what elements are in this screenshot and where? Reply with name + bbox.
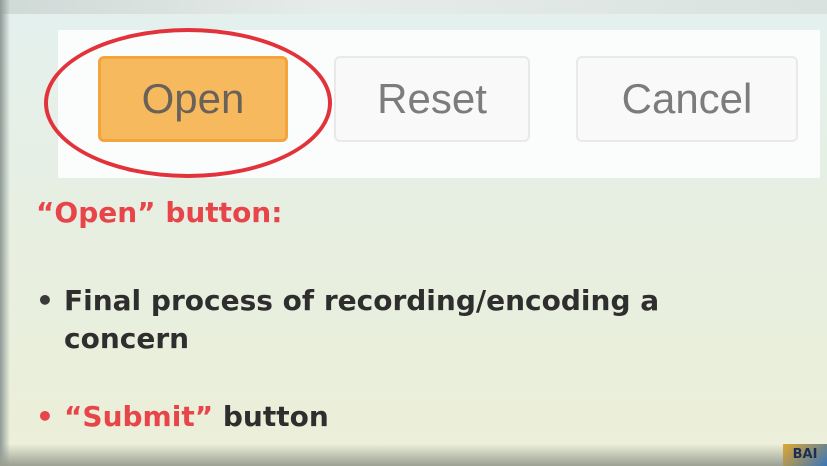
highlight-ring	[44, 28, 332, 178]
bullet-item-2: • “Submit” button	[36, 398, 329, 436]
cancel-button-label: Cancel	[621, 75, 753, 122]
top-strip	[0, 0, 827, 14]
cancel-button[interactable]: Cancel	[576, 56, 798, 142]
bullet-dot-icon: •	[36, 284, 54, 317]
reset-button[interactable]: Reset	[334, 56, 530, 142]
bullet-dot-icon: •	[36, 400, 54, 433]
corner-logo: BAI	[783, 444, 827, 466]
bullet-1-text: Final process of recording/encoding a co…	[64, 284, 660, 355]
slide-heading: “Open” button:	[36, 196, 283, 229]
bullet-item-1: • Final process of recording/encoding a c…	[36, 282, 776, 358]
left-edge-shadow	[0, 0, 10, 466]
reset-button-label: Reset	[377, 75, 487, 122]
bullet-2-emphasis: “Submit”	[64, 400, 214, 433]
bullet-2-text: button	[213, 400, 329, 433]
bottom-edge-shadow	[0, 444, 827, 466]
